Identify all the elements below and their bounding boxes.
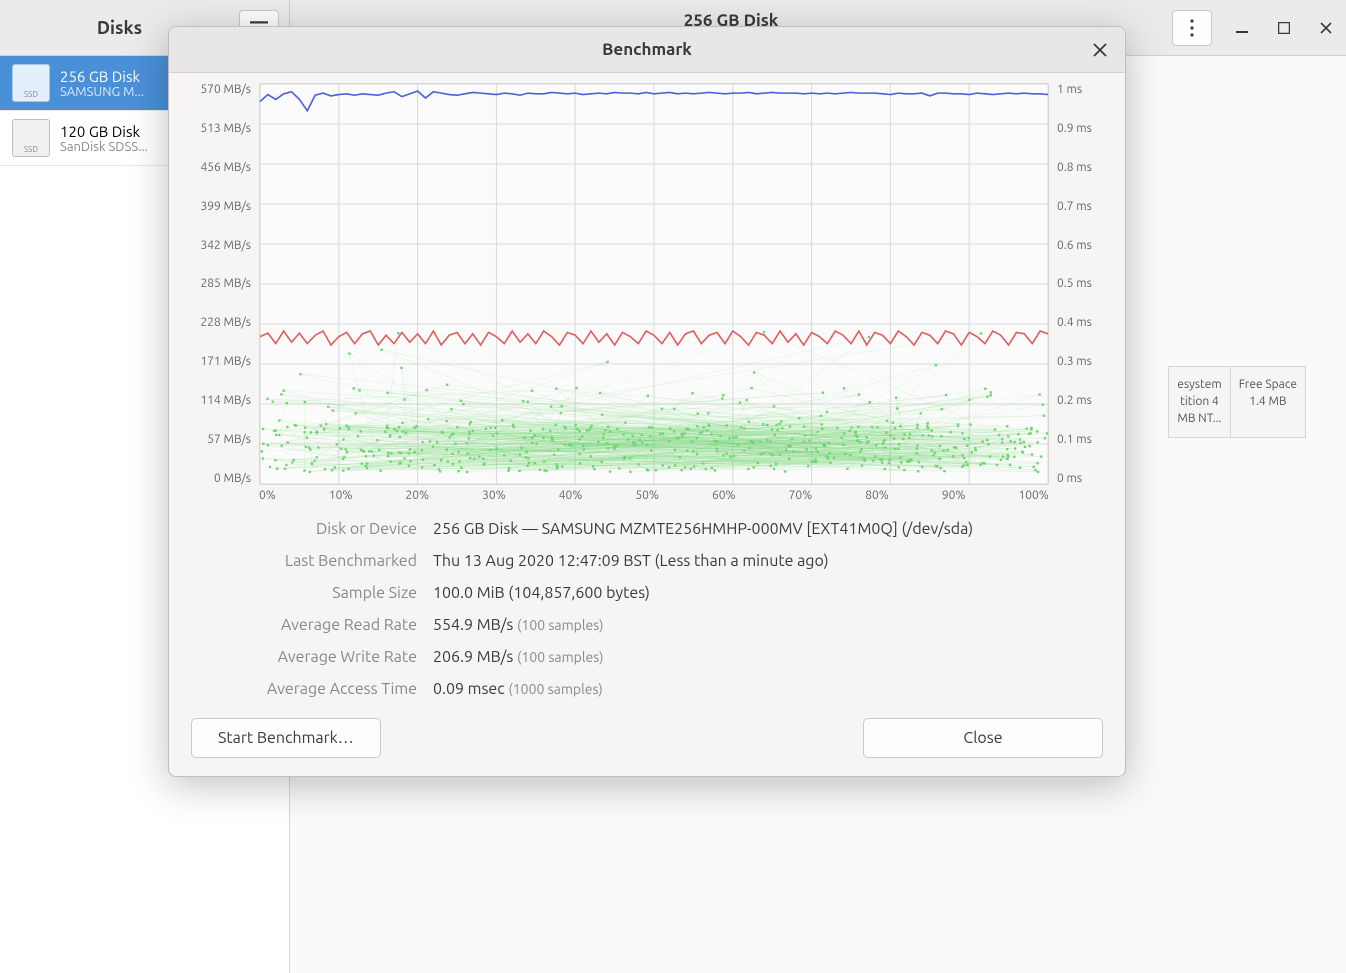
- partition-cell[interactable]: esystem tition 4 MB NT...: [1169, 367, 1230, 437]
- ssd-icon: SSD: [12, 119, 50, 157]
- header-right: [1172, 0, 1346, 55]
- y-axis-right: 1 ms 0.9 ms 0.8 ms 0.7 ms 0.6 ms 0.5 ms 0.4 ms…: [1049, 83, 1107, 485]
- info-label-write: Average Write Rate: [207, 648, 417, 666]
- minimize-button[interactable]: [1230, 16, 1254, 40]
- y-right-tick: 0.7 ms: [1057, 200, 1107, 213]
- y-right-tick: 0.2 ms: [1057, 394, 1107, 407]
- info-value-read: 554.9 MB/s (100 samples): [433, 616, 1087, 634]
- close-button[interactable]: Close: [863, 718, 1103, 758]
- y-left-tick: 513 MB/s: [187, 122, 251, 135]
- info-value-sample: 100.0 MiB (104,857,600 bytes): [433, 584, 1087, 602]
- y-right-tick: 0.8 ms: [1057, 161, 1107, 174]
- partition-cell[interactable]: Free Space 1.4 MB: [1230, 367, 1305, 437]
- ssd-icon: SSD: [12, 64, 50, 102]
- maximize-button[interactable]: [1272, 16, 1296, 40]
- y-right-tick: 0 ms: [1057, 472, 1107, 485]
- info-label-access: Average Access Time: [207, 680, 417, 698]
- y-right-tick: 0.5 ms: [1057, 277, 1107, 290]
- partition-line: tition 4: [1177, 394, 1222, 411]
- close-icon: [1320, 22, 1332, 34]
- minimize-icon: [1236, 22, 1248, 34]
- y-left-tick: 228 MB/s: [187, 316, 251, 329]
- y-right-tick: 0.6 ms: [1057, 239, 1107, 252]
- y-right-tick: 0.1 ms: [1057, 433, 1107, 446]
- y-left-tick: 171 MB/s: [187, 355, 251, 368]
- y-left-tick: 114 MB/s: [187, 394, 251, 407]
- y-left-tick: 285 MB/s: [187, 277, 251, 290]
- info-value-disk: 256 GB Disk — SAMSUNG MZMTE256HMHP-000MV…: [433, 520, 1087, 538]
- partition-line: MB NT...: [1177, 411, 1222, 428]
- info-label-sample: Sample Size: [207, 584, 417, 602]
- dialog-title: Benchmark: [602, 40, 692, 59]
- start-benchmark-button[interactable]: Start Benchmark…: [191, 718, 381, 758]
- chart-canvas: [259, 83, 1049, 485]
- dialog-footer: Start Benchmark… Close: [187, 718, 1107, 758]
- disk-menu-button[interactable]: [1172, 10, 1212, 46]
- x-tick: 100%: [1018, 489, 1048, 502]
- x-tick: 90%: [942, 489, 966, 502]
- info-value-access: 0.09 msec (1000 samples): [433, 680, 1087, 698]
- info-label-last: Last Benchmarked: [207, 552, 417, 570]
- x-axis: 0% 10% 20% 30% 40% 50% 60% 70% 80% 90% 100%: [259, 489, 1049, 502]
- kebab-icon: [1190, 19, 1194, 37]
- x-tick: 30%: [482, 489, 506, 502]
- y-left-tick: 399 MB/s: [187, 200, 251, 213]
- x-tick: 70%: [789, 489, 813, 502]
- info-label-disk: Disk or Device: [207, 520, 417, 538]
- partition-line: Free Space: [1239, 377, 1297, 394]
- disk-name: 120 GB Disk: [60, 123, 148, 140]
- benchmark-dialog: Benchmark 570 MB/s 513 MB/s 456 MB/s 399 MB…: [168, 26, 1126, 777]
- disk-name: 256 GB Disk: [60, 68, 144, 85]
- dialog-body: 570 MB/s 513 MB/s 456 MB/s 399 MB/s 342 MB/s…: [169, 73, 1125, 776]
- benchmark-chart: 570 MB/s 513 MB/s 456 MB/s 399 MB/s 342 MB/s…: [187, 83, 1107, 485]
- x-tick: 0%: [259, 489, 276, 502]
- y-right-tick: 1 ms: [1057, 83, 1107, 96]
- x-tick: 40%: [559, 489, 583, 502]
- y-right-tick: 0.3 ms: [1057, 355, 1107, 368]
- disk-desc: SAMSUNG M...: [60, 85, 144, 99]
- y-left-tick: 570 MB/s: [187, 83, 251, 96]
- x-tick: 20%: [405, 489, 429, 502]
- info-label-read: Average Read Rate: [207, 616, 417, 634]
- close-icon: [1093, 43, 1107, 57]
- y-right-tick: 0.4 ms: [1057, 316, 1107, 329]
- x-tick: 50%: [635, 489, 659, 502]
- x-tick: 60%: [712, 489, 736, 502]
- partition-map: esystem tition 4 MB NT... Free Space 1.4…: [1168, 366, 1306, 438]
- y-axis-left: 570 MB/s 513 MB/s 456 MB/s 399 MB/s 342 MB/s…: [187, 83, 259, 485]
- x-tick: 10%: [329, 489, 353, 502]
- maximize-icon: [1278, 22, 1290, 34]
- disk-desc: SanDisk SDSS...: [60, 140, 148, 154]
- y-left-tick: 342 MB/s: [187, 239, 251, 252]
- dialog-close-button[interactable]: [1087, 37, 1113, 63]
- y-left-tick: 0 MB/s: [187, 472, 251, 485]
- y-right-tick: 0.9 ms: [1057, 122, 1107, 135]
- x-tick: 80%: [865, 489, 889, 502]
- partition-line: esystem: [1177, 377, 1222, 394]
- partition-line: 1.4 MB: [1239, 394, 1297, 411]
- close-window-button[interactable]: [1314, 16, 1338, 40]
- info-value-write: 206.9 MB/s (100 samples): [433, 648, 1087, 666]
- y-left-tick: 57 MB/s: [187, 433, 251, 446]
- info-value-last: Thu 13 Aug 2020 12:47:09 BST (Less than …: [433, 552, 1087, 570]
- benchmark-info: Disk or Device 256 GB Disk — SAMSUNG MZM…: [187, 520, 1107, 698]
- dialog-header: Benchmark: [169, 27, 1125, 73]
- y-left-tick: 456 MB/s: [187, 161, 251, 174]
